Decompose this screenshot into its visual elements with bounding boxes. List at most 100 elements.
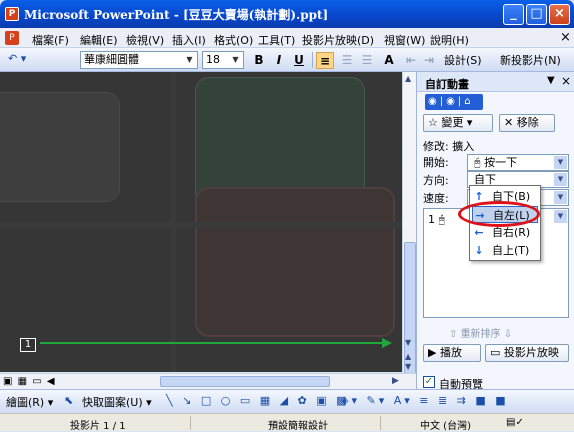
status-separator [380,416,381,430]
direction-option-from-left[interactable]: → 自左(L) [472,206,538,223]
motion-path [40,338,392,348]
scroll-right-icon[interactable]: ▶ [392,376,399,386]
draw-menu-button[interactable]: 繪圖(R) ▾ [6,394,53,410]
direction-option-from-bottom[interactable]: ↑ 自下(B) [472,188,538,205]
close-button[interactable]: × [549,4,570,25]
list-item-number: 1 [428,213,435,226]
option-label: 自右(R) [492,226,531,239]
chevron-down-icon[interactable]: ▼ [554,210,567,223]
change-effect-button[interactable]: ☆ 變更 ▾ [423,114,493,132]
menu-insert[interactable]: 插入(I) [172,32,206,48]
start-label: 開始: [423,156,449,169]
chevron-down-icon[interactable]: ▼ [554,173,567,186]
left-arrow-icon: ← [474,226,484,239]
up-arrow-icon: ↑ [474,190,484,203]
right-arrow-icon: → [475,209,485,222]
menu-window[interactable]: 視窗(W) [384,32,425,48]
slide-editing-area[interactable]: 1 [0,72,402,372]
task-pane-title: 自訂動畫 [425,78,469,91]
close-icon[interactable]: × [561,74,571,88]
slideshow-button[interactable]: ▭ 投影片放映 [485,344,569,362]
previous-slide-icon[interactable]: ▲ [405,352,411,361]
view-switcher-icons[interactable]: ▣ ▦ ▭ ◀ [3,376,56,387]
numbering-icon[interactable]: ☰ [338,52,356,69]
autopreview-checkbox[interactable]: ✓ [423,376,435,388]
animation-list-item[interactable]: 1 🖰 [428,213,445,227]
remove-icon: ✕ [504,116,517,129]
play-button[interactable]: ▶ 播放 [423,344,481,362]
chevron-down-icon[interactable]: ▼ [547,75,555,86]
menu-slideshow[interactable]: 投影片放映(D) [302,32,374,48]
animation-number-badge[interactable]: 1 [20,338,36,352]
chevron-down-icon[interactable]: ▼ [183,53,196,67]
mouse-icon: 🖰 [474,156,485,169]
menu-help[interactable]: 說明(H) [430,32,469,48]
remove-effect-button[interactable]: ✕ 移除 [499,114,555,132]
minimize-button[interactable]: _ [503,4,524,25]
menu-edit[interactable]: 編輯(E) [80,32,118,48]
chevron-down-icon[interactable]: ▼ [554,156,567,169]
menu-view[interactable]: 檢視(V) [126,32,164,48]
up-arrow-icon[interactable]: ⇧ [449,329,461,340]
vertical-scrollbar[interactable]: ▲ ▼ ▲ ▼ [402,72,416,392]
scroll-down-icon[interactable]: ▼ [405,338,411,347]
maximize-button[interactable]: □ [526,4,547,25]
reorder-label: 重新排序 [460,329,501,340]
menu-bar: P 檔案(F) 編輯(E) 檢視(V) 插入(I) 格式(O) 工具(T) 投影… [0,28,574,48]
change-button-label: 變更 [441,116,464,129]
increase-indent-icon[interactable]: ⇥ [420,52,438,69]
underline-button[interactable]: U [290,52,308,69]
slideshow-button-label: 投影片放映 [503,346,559,359]
italic-button[interactable]: I [270,52,288,69]
option-label: 自下(B) [492,190,531,203]
start-value: 按一下 [484,156,518,169]
font-size-select[interactable]: 18 ▼ [202,51,244,69]
horizontal-scrollbar[interactable]: ▣ ▦ ▭ ◀ ▶ [0,373,416,389]
menu-format[interactable]: 格式(O) [214,32,253,48]
autoshapes-menu-button[interactable]: 快取圖案(U) ▾ [82,394,152,410]
menu-tools[interactable]: 工具(T) [258,32,295,48]
font-select[interactable]: 華康細圓體 ▼ [80,51,198,69]
direction-option-from-top[interactable]: ↓ 自上(T) [472,242,538,259]
option-label: 自左(L) [493,209,530,222]
task-pane-header: 自訂動畫 ▼ × [417,72,574,92]
direction-option-from-right[interactable]: ← 自右(R) [472,224,538,241]
slide-indicator: 投影片 1 / 1 [70,421,126,432]
undo-icon[interactable]: ↶ ▾ [8,52,26,65]
play-icon: ▶ [428,346,440,359]
drawing-toolbar: 繪圖(R) ▾ ⬉ 快取圖案(U) ▾ ╲ ↘ □ ○ ▭ ▦ ◢ ✿ ▣ ▩ … [0,389,574,413]
chevron-down-icon[interactable]: ▼ [229,53,242,67]
modify-label: 修改: 擴入 [423,140,475,153]
window-title: Microsoft PowerPoint - [豆豆大賣場(執計劃).ppt] [24,8,329,22]
next-slide-icon[interactable]: ▼ [405,362,411,371]
toolbar-separator [312,52,313,68]
projector-icon: ▭ [490,346,504,359]
close-document-icon[interactable]: × [560,30,571,45]
align-left-button[interactable]: ≡ [316,52,334,69]
menu-file[interactable]: 檔案(F) [32,32,69,48]
scroll-up-icon[interactable]: ▲ [405,74,411,83]
bold-button[interactable]: B [250,52,268,69]
font-size-value: 18 [206,53,220,66]
powerpoint-app-icon[interactable]: P [5,7,19,21]
start-select[interactable]: 🖰 按一下 ▼ [467,154,569,171]
scroll-thumb[interactable] [160,376,330,387]
mouse-icon: 🖰 [438,213,446,226]
direction-dropdown-menu: ↑ 自下(B) → 自左(L) ← 自右(R) ↓ 自上(T) [469,185,541,261]
reorder-control[interactable]: ⇧ 重新排序 ⇩ [449,325,512,340]
fill-line-font-color-icons[interactable]: ◈▾ ✎▾ A▾ ≡ ≣ ⇉ ■ ■ [340,394,509,407]
language-indicator: 中文 (台灣) [420,421,471,432]
play-button-label: 播放 [439,346,462,359]
bullets-icon[interactable]: ☰ [358,52,376,69]
chevron-down-icon[interactable]: ▼ [554,191,567,204]
font-size-increase-button[interactable]: A [380,52,398,69]
down-arrow-icon[interactable]: ⇩ [504,329,512,340]
document-icon[interactable]: P [5,31,19,45]
design-button[interactable]: 設計(S) [444,52,482,68]
decrease-indent-icon[interactable]: ⇤ [402,52,420,69]
select-pointer-icon[interactable]: ⬉ [64,394,73,407]
option-label: 自上(T) [492,244,530,257]
task-pane-navigation[interactable]: ◉|◉|⌂ [425,94,483,110]
new-slide-button[interactable]: 新投影片(N) [500,52,561,68]
drawing-tools-icons[interactable]: ╲ ↘ □ ○ ▭ ▦ ◢ ✿ ▣ ▩ [166,394,350,407]
